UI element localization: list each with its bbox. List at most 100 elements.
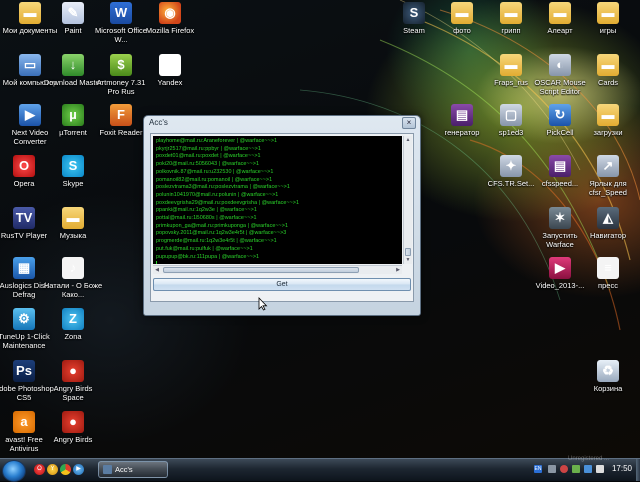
folder-icon: ▬ [597,104,619,126]
download-master-icon: ↓ [62,54,84,76]
close-button[interactable]: × [402,117,416,129]
show-desktop-button[interactable] [636,459,640,481]
desktop-icon-skype[interactable]: S Skype [41,155,105,188]
navigator-icon: ◭ [597,207,619,229]
output-textbox[interactable]: playhome@mail.ru:Araneforever | @warface… [153,136,402,264]
desktop-icon-zagruzki[interactable]: ▬ загрузки [576,104,640,137]
output-line: popovsky.2011@mail.ru:1q2w3e4r5t | @warf… [156,230,287,237]
yandex-browser-icon[interactable]: Y [47,464,58,475]
desktop-icon-igry[interactable]: ▬ игры [576,2,640,35]
desktop-icon-label: Музыка [59,231,87,240]
avast-icon: a [13,411,35,433]
output-line: primkupon_ga@mail.ru:primkuponga | @warf… [156,222,289,229]
chrome-icon[interactable] [60,464,71,475]
desktop-icon-cfsr-speed-shortcut[interactable]: ↗ Ярлык для cfsr_Speed [576,155,640,197]
get-button[interactable]: Get [153,278,411,291]
window-titlebar[interactable]: Acc's × [144,116,420,130]
desktop-icon-label: Yandex [157,78,183,87]
tray-app-icon[interactable] [560,465,568,473]
flag-icon[interactable] [596,465,604,473]
folder-icon: ▬ [451,2,473,24]
desktop-icon-natali[interactable]: ♪ Натали - О Боже Како... [41,257,105,299]
horizontal-scrollbar[interactable]: ◀ ▶ [153,265,402,274]
desktop-icon-press[interactable]: ≡ пресс [576,257,640,290]
output-line: pomanoil82@mail.ru:pomanoil | @warface~~… [156,176,273,183]
yandex-icon: Y [159,54,181,76]
desktop-icon-angry-birds[interactable]: ● Angry Birds [41,411,105,444]
word-icon: W [110,2,132,24]
folder-icon: ▬ [597,54,619,76]
vertical-scrollbar[interactable]: ▲ ▼ [403,136,412,264]
opera-icon[interactable]: O [34,464,45,475]
tray-app-icon[interactable] [548,465,556,473]
folder-icon: ▬ [500,54,522,76]
output-line: pkyrjr2517@mail.ru:ppbyr | @warface~~>1 [156,145,261,152]
output-line: poslezvtrama3@mail.ru:poslezvtrama | @wa… [156,184,290,191]
utorrent-icon: µ [62,104,84,126]
output-line: progmerde@mail.ru:1q2w3e4r5t | @warface~… [156,238,277,245]
defrag-icon: ▦ [13,257,35,279]
watermark-text: Unregistered ... [568,456,610,462]
output-line: ppanki@mail.ru:1q2w3e | @warface~~>1 [156,207,257,214]
folder-icon: ▬ [549,2,571,24]
taskbar-item-accs[interactable]: Acc's [98,461,168,478]
skype-icon: S [62,155,84,177]
desktop-icon-zona[interactable]: Z Zona [41,308,105,341]
desktop-icon-recycle-bin[interactable]: ♻ Корзина [576,360,640,393]
desktop-icon-label: Ярлык для cfsr_Speed [589,179,627,197]
desktop-icon-label: Корзина [593,384,623,393]
mouse-cursor-icon [258,297,268,311]
angry-birds-icon: ● [62,411,84,433]
computer-icon: ▭ [19,54,41,76]
output-line: polkovnik.87@mail.ru:u232530 | @warface~… [156,168,274,175]
output-line: poki20@mail.ru:5056043 | @warface~~>1 [156,161,260,168]
output-line: put.fuk@mail.ru:pulfuk | @warface~~>1 [156,245,253,252]
vertical-scroll-thumb[interactable] [405,248,411,256]
winrar-icon: ▤ [451,104,473,126]
output-line: poxdeevgrisha29@mail.ru:poxdeevgrisha | … [156,199,300,206]
winrar-icon: ▤ [549,155,571,177]
document-icon: ♪ [62,257,84,279]
desktop-icon-navigator[interactable]: ◭ Навигатор [576,207,640,240]
document-icon: ≡ [597,257,619,279]
output-line: playhome@mail.ru:Araneforever | @warface… [156,138,278,144]
output-line: poxdet01@mail.ru:poxdet | @warface~~>1 [156,153,261,160]
app-icon: ↻ [549,104,571,126]
exe-icon: ▢ [500,104,522,126]
folder-icon: ▬ [62,207,84,229]
desktop-icon-cards[interactable]: ▬ Cards [576,54,640,87]
opera-icon: O [13,155,35,177]
desktop-icon-label: Skype [62,179,84,188]
volume-icon[interactable] [584,465,592,473]
warface-icon: ✶ [549,207,571,229]
oscar-icon: ◐ [549,54,571,76]
desktop-icon-angry-birds-space[interactable]: ● Angry Birds Space [41,360,105,402]
window-title: Acc's [149,118,168,127]
desktop-icon-label: игры [599,26,617,35]
scroll-down-icon[interactable]: ▼ [404,256,412,264]
start-button[interactable] [2,460,26,482]
desktop-icon-label: загрузки [593,128,623,137]
desktop-icon-firefox[interactable]: ◉ Mozilla Firefox [138,2,202,35]
media-player-icon[interactable]: ▶ [73,464,84,475]
accs-window: Acc's × playhome@mail.ru:Araneforever | … [143,115,421,316]
tuneup-icon: ⚙ [13,308,35,330]
steam-icon: S [403,2,425,24]
zona-icon: Z [62,308,84,330]
firefox-icon: ◉ [159,2,181,24]
scroll-left-icon[interactable]: ◀ [153,266,161,274]
desktop-icon-label: Angry Birds Space [53,384,93,402]
language-indicator[interactable]: EN [534,465,542,473]
scroll-right-icon[interactable]: ▶ [394,266,402,274]
network-icon[interactable] [572,465,580,473]
desktop-icon-music[interactable]: ▬ Музыка [41,207,105,240]
scroll-up-icon[interactable]: ▲ [404,136,412,144]
recycle-bin-icon: ♻ [597,360,619,382]
clock[interactable]: 17:50 [612,464,632,473]
horizontal-scroll-thumb[interactable] [163,267,359,273]
paint-icon: ✎ [62,2,84,24]
video-icon: ▶ [549,257,571,279]
video-converter-icon: ▶ [19,104,41,126]
exe-icon: ✦ [500,155,522,177]
desktop-icon-yandex[interactable]: Y Yandex [138,54,202,87]
